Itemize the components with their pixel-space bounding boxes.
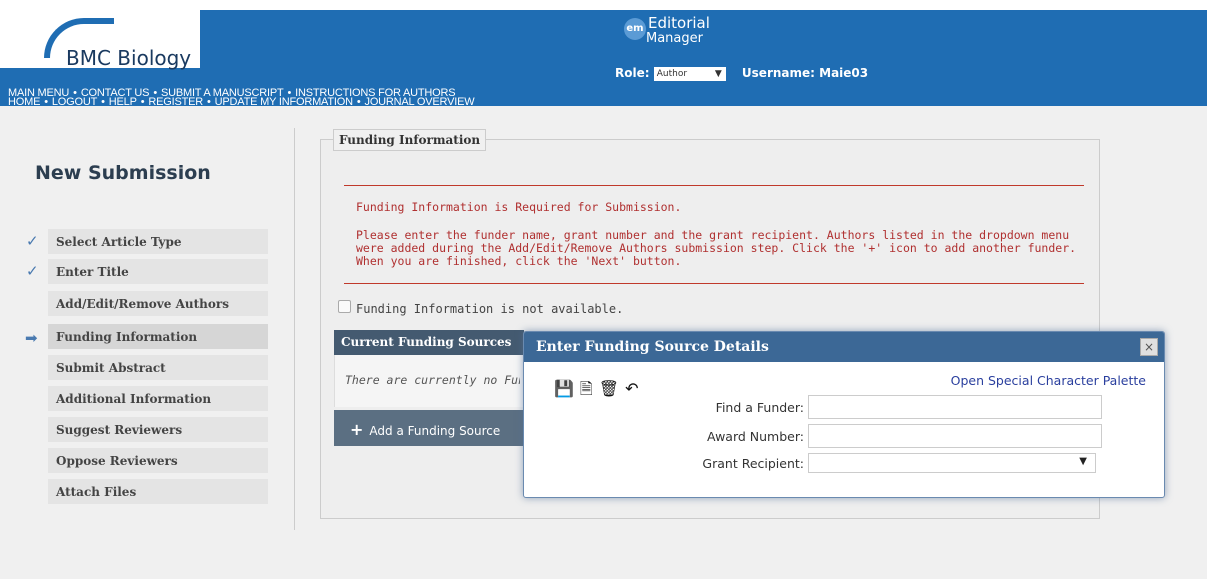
username: Username: Maie03 <box>741 66 869 80</box>
journal-logo[interactable]: BMC Biology <box>0 10 200 70</box>
nav-instructions[interactable]: INSTRUCTIONS FOR AUTHORS <box>295 87 455 99</box>
current-step-arrow-icon: ➡ <box>25 329 38 347</box>
add-funding-source-label: Add a Funding Source <box>369 424 501 438</box>
section-title: Funding Information <box>333 129 487 151</box>
not-available-checkbox[interactable] <box>338 300 351 313</box>
funding-source-modal: Enter Funding Source Details × 💾 🗎 🗑 ↶ Open… <box>523 331 1165 498</box>
step-funding-information[interactable]: Funding Information <box>48 324 268 349</box>
nav-main-menu[interactable]: MAIN MENU <box>8 87 69 99</box>
instructions-message: Please enter the funder name, grant numb… <box>356 228 1077 268</box>
message-divider <box>344 185 1084 186</box>
special-character-palette-link[interactable]: Open Special Character Palette <box>951 373 1146 388</box>
close-icon[interactable]: × <box>1140 338 1158 356</box>
modal-toolbar: 💾 🗎 🗑 ↶ <box>554 378 645 405</box>
page-header: BMC Biology HOME • LOGOUT • HELP • REGISTER • UP… <box>0 0 1207 108</box>
nav-row-2: MAIN MENU • CONTACT US • SUBMIT A MANUSCRIPT… <box>8 87 456 99</box>
no-funding-sources-text: There are currently no Funding Sources <box>345 373 520 387</box>
em-title: Editorial Manager <box>638 14 710 47</box>
find-funder-label: Find a Funder: <box>715 400 804 415</box>
not-available-label: Funding Information is not available. <box>356 302 624 316</box>
step-oppose-reviewers[interactable]: Oppose Reviewers <box>48 448 268 473</box>
grant-recipient-select[interactable]: ▼ <box>808 453 1096 473</box>
required-message: Funding Information is Required for Subm… <box>356 200 682 214</box>
check-icon: ✓ <box>26 262 39 280</box>
message-divider <box>344 283 1084 284</box>
step-add-edit-remove-authors[interactable]: Add/Edit/Remove Authors <box>48 291 268 316</box>
step-select-article-type[interactable]: Select Article Type <box>48 229 268 254</box>
dropdown-arrow-icon: ▼ <box>714 68 722 79</box>
dropdown-arrow-icon: ▼ <box>1079 456 1087 467</box>
award-number-label: Award Number: <box>707 429 804 444</box>
step-submit-abstract[interactable]: Submit Abstract <box>48 355 268 380</box>
em-line-2: Manager <box>646 31 703 46</box>
role-value: Author <box>656 68 688 79</box>
role-select[interactable]: Author ▼ <box>653 66 726 81</box>
add-funding-source-button[interactable]: + Add a Funding Source <box>334 410 524 446</box>
save-icon[interactable]: 💾 <box>554 379 574 398</box>
save-and-add-icon[interactable]: 🗎 <box>580 379 593 398</box>
nav-contact-us[interactable]: CONTACT US <box>81 87 150 99</box>
sidebar-divider <box>294 128 295 530</box>
journal-name: BMC Biology <box>66 46 192 70</box>
trash-icon[interactable]: 🗑 <box>599 379 619 398</box>
current-funding-sources-header: Current Funding Sources <box>334 330 524 355</box>
nav-submit-manuscript[interactable]: SUBMIT A MANUSCRIPT <box>161 87 284 99</box>
role-area: Role: Author ▼ Username: Maie03 <box>615 66 868 81</box>
role-label: Role: <box>615 66 650 80</box>
plus-icon: + <box>350 420 364 439</box>
check-icon: ✓ <box>26 232 39 250</box>
award-number-input[interactable] <box>808 424 1102 448</box>
grant-recipient-label: Grant Recipient: <box>702 456 804 471</box>
find-funder-input[interactable] <box>808 395 1102 419</box>
step-attach-files[interactable]: Attach Files <box>48 479 268 504</box>
modal-title: Enter Funding Source Details <box>524 332 1164 362</box>
sidebar-title: New Submission <box>35 162 211 184</box>
step-additional-information[interactable]: Additional Information <box>48 386 268 411</box>
undo-icon[interactable]: ↶ <box>625 379 638 398</box>
step-enter-title[interactable]: Enter Title <box>48 259 268 284</box>
em-line-1: Editorial <box>648 14 710 32</box>
step-suggest-reviewers[interactable]: Suggest Reviewers <box>48 417 268 442</box>
